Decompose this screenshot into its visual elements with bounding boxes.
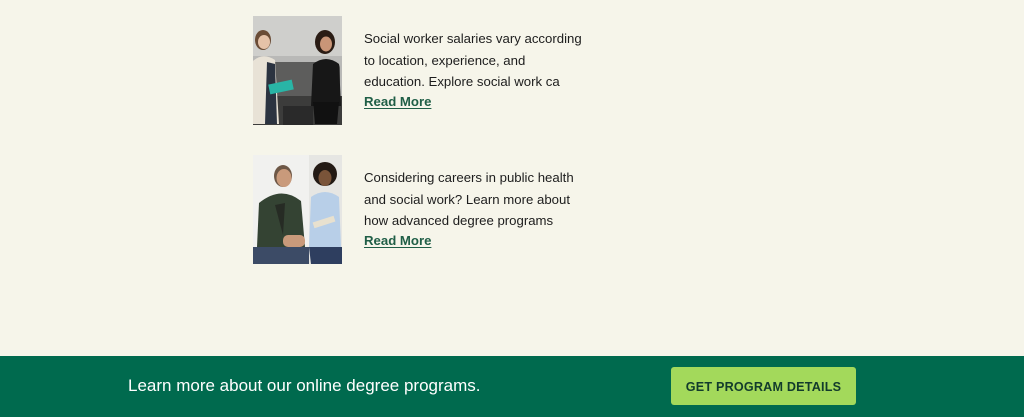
article-thumbnail[interactable] — [253, 155, 342, 264]
photo-two-women-sofa-icon — [253, 16, 342, 125]
article-excerpt: Social worker salaries vary according to… — [364, 31, 582, 90]
read-more-link[interactable]: Read More — [364, 94, 431, 109]
cta-text: Learn more about our online degree progr… — [128, 376, 481, 395]
read-more-link[interactable]: Read More — [364, 233, 431, 248]
get-program-details-button[interactable]: GET PROGRAM DETAILS — [671, 367, 856, 405]
article-thumbnail[interactable] — [253, 16, 342, 125]
cta-banner: Learn more about our online degree progr… — [0, 356, 1024, 417]
article-excerpt: Considering careers in public health and… — [364, 170, 574, 229]
photo-man-woman-counseling-icon — [253, 155, 342, 264]
